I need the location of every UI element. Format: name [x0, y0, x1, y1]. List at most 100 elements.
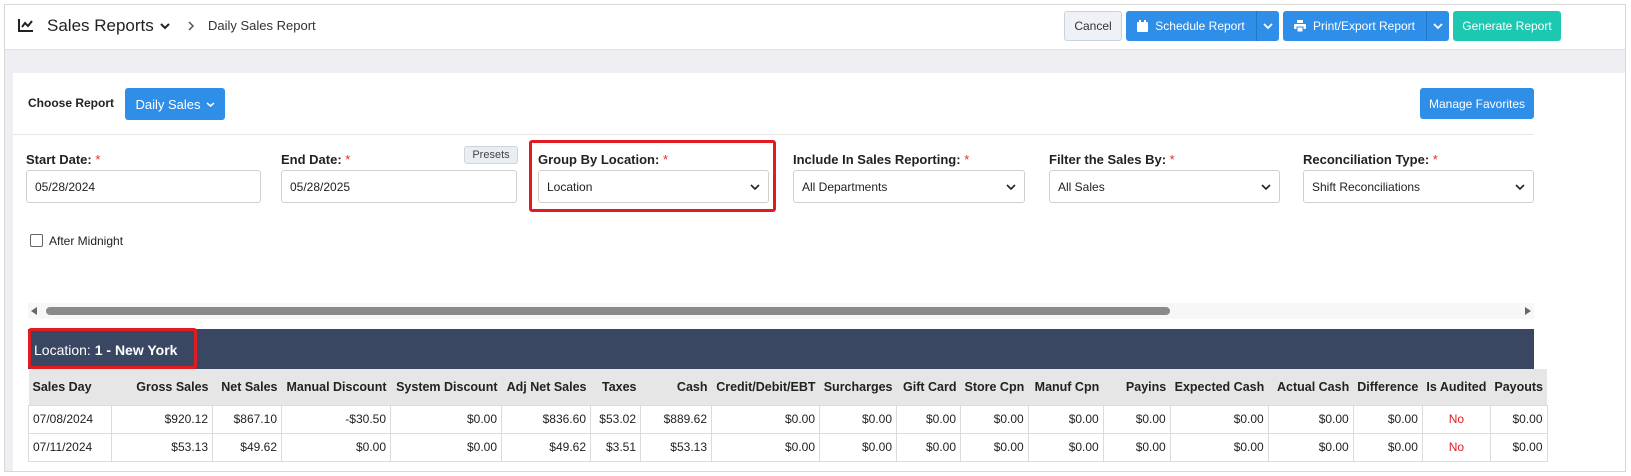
- table-cell: $53.02: [590, 404, 641, 434]
- filter-by-label: Filter the Sales By: *: [1049, 152, 1175, 167]
- end-date-input[interactable]: 05/28/2025: [281, 170, 517, 203]
- reconciliation-select[interactable]: Shift Reconciliations: [1303, 170, 1534, 203]
- filter-by-select[interactable]: All Sales: [1049, 170, 1280, 203]
- schedule-report-dropdown[interactable]: [1256, 11, 1279, 41]
- group-by-select[interactable]: Location: [538, 170, 769, 203]
- table-cell: $0.00: [1027, 432, 1104, 462]
- app-frame: Sales Reports Daily Sales Report Cancel …: [4, 4, 1626, 472]
- table-cell: -$30.50: [281, 404, 391, 434]
- location-header: Location: 1 - New York: [28, 329, 1534, 369]
- table-cell: $0.00: [390, 404, 502, 434]
- column-header[interactable]: Sales Day: [28, 369, 112, 405]
- include-label: Include In Sales Reporting: *: [793, 152, 970, 167]
- column-header[interactable]: Taxes: [590, 369, 641, 405]
- generate-report-label: Generate Report: [1462, 19, 1552, 33]
- column-header[interactable]: Net Sales: [212, 369, 282, 405]
- manage-favorites-button[interactable]: Manage Favorites: [1420, 88, 1534, 119]
- table-cell: $889.62: [640, 404, 712, 434]
- column-header[interactable]: Surcharges: [819, 369, 897, 405]
- column-header[interactable]: System Discount: [390, 369, 502, 405]
- after-midnight-label[interactable]: After Midnight: [49, 234, 123, 248]
- table-cell: $0.00: [1102, 432, 1171, 462]
- chevron-down-icon: [1515, 184, 1525, 191]
- table-cell: 07/08/2024: [28, 404, 112, 434]
- table-cell: $0.00: [1352, 404, 1423, 434]
- table-cell: $0.00: [960, 404, 1029, 434]
- after-midnight-checkbox[interactable]: [30, 234, 43, 247]
- table-cell: $0.00: [281, 432, 391, 462]
- table-cell: $53.13: [640, 432, 712, 462]
- end-date-label: End Date: *: [281, 152, 351, 167]
- app-title[interactable]: Sales Reports: [47, 16, 154, 36]
- table-cell: $49.62: [212, 432, 282, 462]
- location-highlight: [28, 328, 197, 369]
- schedule-report-label: Schedule Report: [1155, 19, 1245, 33]
- table-cell: $920.12: [111, 404, 213, 434]
- column-header[interactable]: Is Audited: [1422, 369, 1491, 405]
- scroll-right-arrow-icon[interactable]: [1525, 307, 1531, 315]
- column-header[interactable]: Adj Net Sales: [501, 369, 591, 405]
- report-select-button[interactable]: Daily Sales: [125, 88, 225, 120]
- table-cell: $3.51: [590, 432, 641, 462]
- column-header[interactable]: Store Cpn: [960, 369, 1029, 405]
- printer-icon: [1293, 20, 1306, 32]
- table-cell: $0.00: [819, 432, 897, 462]
- chevron-down-icon[interactable]: [158, 19, 172, 33]
- table-cell: 07/11/2024: [28, 432, 112, 462]
- audited-status: No: [1421, 432, 1491, 462]
- start-date-input[interactable]: 05/28/2024: [26, 170, 261, 203]
- generate-report-button[interactable]: Generate Report: [1453, 11, 1561, 41]
- column-header[interactable]: Difference: [1353, 369, 1423, 405]
- chevron-down-icon: [750, 184, 760, 191]
- column-header[interactable]: Actual Cash: [1268, 369, 1354, 405]
- column-header[interactable]: Credit/Debit/EBT: [711, 369, 820, 405]
- table-cell: $0.00: [960, 432, 1029, 462]
- horizontal-scrollbar[interactable]: [28, 303, 1534, 319]
- table-row: 07/08/2024 $920.12 $867.10 -$30.50 $0.00…: [28, 404, 1548, 434]
- table-cell: $0.00: [896, 432, 961, 462]
- print-export-button[interactable]: Print/Export Report: [1283, 11, 1426, 41]
- table-cell: $0.00: [1489, 404, 1548, 434]
- include-select[interactable]: All Departments: [793, 170, 1025, 203]
- breadcrumb: Daily Sales Report: [208, 18, 316, 33]
- column-header[interactable]: Payouts: [1490, 369, 1548, 405]
- column-header[interactable]: Gross Sales: [111, 369, 213, 405]
- choose-report-label: Choose Report: [28, 96, 115, 110]
- column-header[interactable]: Manuf Cpn: [1028, 369, 1104, 405]
- schedule-report-button[interactable]: Schedule Report: [1126, 11, 1256, 41]
- column-header[interactable]: Gift Card: [896, 369, 961, 405]
- scroll-thumb[interactable]: [46, 307, 1170, 315]
- cancel-button[interactable]: Cancel: [1064, 11, 1122, 41]
- table-cell: $0.00: [1027, 404, 1104, 434]
- table-cell: $836.60: [501, 404, 591, 434]
- presets-button[interactable]: Presets: [464, 146, 518, 164]
- sales-table: Sales Day Gross Sales Net Sales Manual D…: [28, 369, 1548, 462]
- cancel-button-label: Cancel: [1074, 19, 1112, 33]
- table-cell: $0.00: [390, 432, 502, 462]
- table-cell: $0.00: [711, 404, 820, 434]
- column-header[interactable]: Expected Cash: [1170, 369, 1269, 405]
- report-card: Choose Report Daily Sales Manage Favorit…: [13, 73, 1625, 471]
- table-header-row: Sales Day Gross Sales Net Sales Manual D…: [28, 369, 1548, 405]
- scroll-left-arrow-icon[interactable]: [31, 307, 37, 315]
- reconciliation-label: Reconciliation Type: *: [1303, 152, 1438, 167]
- group-by-label: Group By Location: *: [538, 152, 669, 167]
- column-header[interactable]: Payins: [1103, 369, 1171, 405]
- report-select-label: Daily Sales: [135, 96, 201, 112]
- table-cell: $0.00: [819, 404, 897, 434]
- table-cell: $53.13: [111, 432, 213, 462]
- table-cell: $0.00: [1169, 404, 1269, 434]
- column-header[interactable]: Manual Discount: [281, 369, 391, 405]
- column-header[interactable]: Cash: [640, 369, 712, 405]
- table-cell: $867.10: [212, 404, 282, 434]
- chevron-down-icon: [1006, 184, 1016, 191]
- top-bar: Sales Reports Daily Sales Report Cancel …: [5, 5, 1625, 50]
- chevron-down-icon: [206, 101, 215, 107]
- chevron-down-icon: [1263, 23, 1273, 30]
- table-cell: $49.62: [501, 432, 591, 462]
- print-export-dropdown[interactable]: [1426, 11, 1449, 41]
- chevron-down-icon: [1261, 184, 1271, 191]
- manage-favorites-label: Manage Favorites: [1428, 96, 1526, 111]
- table-cell: $0.00: [1489, 432, 1548, 462]
- divider: [13, 134, 1534, 135]
